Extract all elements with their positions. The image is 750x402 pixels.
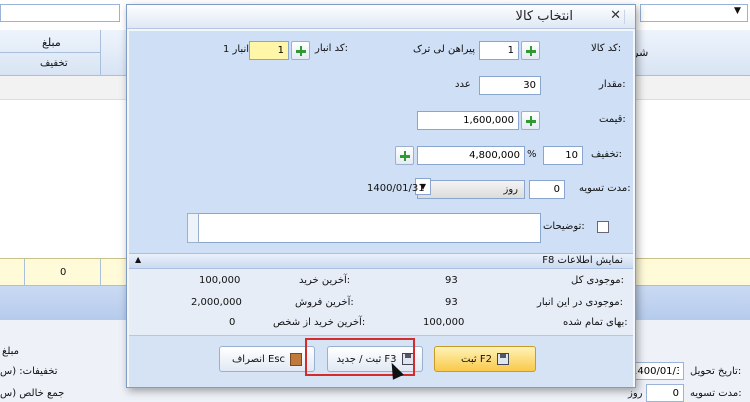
settlement-input[interactable]	[646, 384, 684, 402]
warehouse-code-label: کد انبار:	[315, 43, 349, 54]
total-discount: 0	[60, 267, 67, 278]
percent-sign: %	[527, 149, 537, 160]
add-item-icon[interactable]	[521, 41, 540, 60]
warehouse-stock-value: 93	[445, 297, 458, 308]
dialog-titlebar[interactable]: انتخاب کالا ✕	[127, 5, 635, 29]
cost-value: 100,000	[423, 317, 465, 328]
discount-percent-input[interactable]	[543, 146, 583, 165]
info-panel: موجودی کل: 93 موجودی در این انبار: 93 به…	[129, 269, 633, 335]
last-buy-person-value: 0	[229, 317, 236, 328]
settlement-unit-select[interactable]: روز	[417, 180, 525, 199]
last-sell-label: آخرین فروش:	[295, 297, 354, 308]
quantity-label: مقدار:	[599, 79, 626, 90]
cancel-button[interactable]: انصراف Esc	[219, 346, 315, 372]
footer-amount-label: مبلغ	[2, 346, 20, 357]
exit-door-icon	[290, 352, 303, 366]
quantity-unit: عدد	[455, 79, 471, 90]
col-amount-header: مبلغ	[42, 36, 61, 49]
delivery-date-label: تاریخ تحویل:	[690, 366, 742, 377]
notes-label: توضیحات:	[543, 221, 585, 232]
dialog-title: انتخاب کالا	[515, 9, 573, 24]
submit-label: ثبت F2	[461, 353, 492, 365]
footer-discounts-label: تخفیفات: (س	[0, 366, 58, 377]
cancel-label: انصراف Esc	[231, 353, 286, 365]
item-code-label: کد کالا:	[591, 43, 622, 54]
discount-amount-input[interactable]	[417, 146, 525, 165]
save-icon	[496, 353, 509, 365]
last-buy-person-label: آخرین خرید از شخص:	[273, 317, 366, 328]
item-name: پیراهن لی ترک	[413, 44, 475, 55]
left-select[interactable]	[0, 4, 120, 22]
col-discount-header: تخفیف	[40, 58, 68, 69]
cost-label: بهای تمام شده:	[563, 317, 628, 328]
notes-checkbox[interactable]	[597, 221, 609, 233]
submit-button[interactable]: ثبت F2	[434, 346, 536, 372]
price-label: قیمت:	[599, 114, 626, 125]
warehouse-name: انبار 1	[223, 44, 250, 55]
item-code-input[interactable]	[479, 41, 519, 60]
title-divider	[624, 10, 625, 24]
warehouse-stock-label: موجودی در این انبار:	[537, 297, 623, 308]
settlement-label: مدت تسویه:	[690, 388, 742, 399]
notes-scrollbar[interactable]	[187, 213, 199, 243]
last-buy-value: 100,000	[199, 275, 241, 286]
item-select-dialog: انتخاب کالا ✕ کد کالا: پیراهن لی ترک کد …	[126, 4, 636, 388]
discount-add-icon[interactable]	[395, 146, 414, 165]
right-select[interactable]	[640, 4, 748, 22]
col-divider	[24, 259, 25, 287]
quantity-input[interactable]	[479, 76, 541, 95]
chevron-up-icon[interactable]: ▲	[135, 255, 141, 264]
col-divider	[100, 30, 101, 76]
last-buy-label: آخرین خرید:	[299, 275, 351, 286]
warehouse-code-input[interactable]	[249, 41, 289, 60]
settlement-unit: روز	[628, 388, 643, 399]
notes-textarea[interactable]	[187, 213, 541, 243]
settlement-label: مدت تسویه:	[579, 183, 631, 194]
header-divider	[0, 52, 100, 53]
info-toggle-strip[interactable]: F8 نمایش اطلاعات ▲	[129, 253, 633, 269]
settlement-days-input[interactable]	[529, 180, 565, 199]
add-warehouse-icon[interactable]	[291, 41, 310, 60]
item-form-panel: کد کالا: پیراهن لی ترک کد انبار: انبار 1…	[129, 31, 633, 253]
total-stock-label: موجودی کل:	[571, 275, 625, 286]
footer-net-label: جمع خالص (س	[0, 388, 65, 399]
total-stock-value: 93	[445, 275, 458, 286]
settlement-date: 1400/01/31	[367, 183, 425, 194]
col-divider	[100, 259, 101, 287]
close-icon[interactable]: ✕	[610, 8, 621, 23]
price-add-icon[interactable]	[521, 111, 540, 130]
chevron-down-icon[interactable]: ▼	[734, 6, 741, 16]
last-sell-value: 2,000,000	[191, 297, 242, 308]
info-toggle-label: F8 نمایش اطلاعات	[542, 255, 623, 266]
price-input[interactable]	[417, 111, 519, 130]
settlement-unit-value: روز	[503, 184, 519, 195]
discount-label: تخفیف:	[591, 149, 623, 160]
